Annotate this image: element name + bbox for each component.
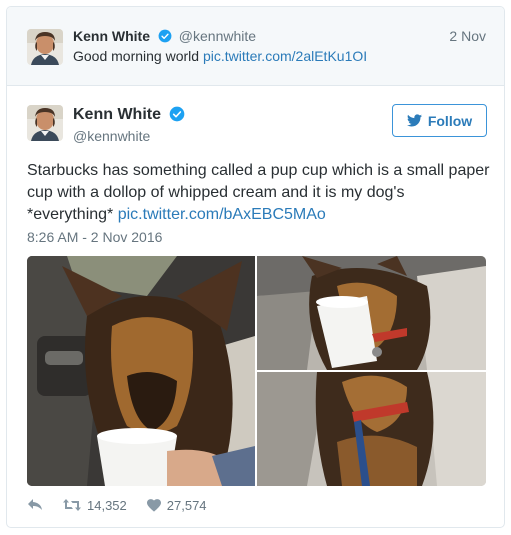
heart-icon [146, 498, 161, 512]
photo-dog-sitting[interactable] [257, 372, 486, 486]
parent-tweet[interactable]: Kenn White @kennwhite 2 Nov Good morning… [7, 7, 504, 86]
avatar[interactable] [27, 105, 63, 141]
tweet-text: Starbucks has something called a pup cup… [27, 162, 490, 223]
parent-handle[interactable]: @kennwhite [179, 28, 256, 44]
parent-tweet-link[interactable]: pic.twitter.com/2alEtKu1OI [203, 48, 367, 64]
parent-tweet-text: Good morning world pic.twitter.com/2alEt… [73, 48, 368, 64]
photo-dog-with-cup[interactable] [257, 256, 486, 370]
twitter-bird-icon [406, 114, 422, 127]
photo-dog-drinking[interactable] [27, 256, 255, 486]
like-count: 27,574 [166, 497, 207, 513]
reply-icon [28, 499, 42, 510]
follow-button[interactable]: Follow [392, 104, 487, 137]
verified-badge-icon [170, 106, 185, 122]
retweet-icon [63, 499, 81, 511]
tweet-embed-card: Kenn White @kennwhite 2 Nov Good morning… [6, 6, 505, 528]
retweet-button[interactable]: 14,352 [63, 498, 127, 513]
media-grid [27, 256, 486, 486]
avatar[interactable] [27, 29, 63, 65]
author-handle[interactable]: @kennwhite [73, 128, 150, 144]
tweet-timestamp[interactable]: 8:26 AM - 2 Nov 2016 [27, 229, 162, 245]
reply-button[interactable] [27, 498, 43, 512]
tweet-media-link[interactable]: pic.twitter.com/bAxEBC5MAo [118, 206, 326, 223]
verified-badge-icon [158, 29, 172, 43]
tweet-actions: 14,352 27,574 [27, 495, 227, 515]
parent-date[interactable]: 2 Nov [449, 28, 486, 44]
author-display-name[interactable]: Kenn White [73, 106, 185, 124]
retweet-count: 14,352 [87, 497, 127, 513]
parent-display-name[interactable]: Kenn White [73, 28, 150, 44]
like-button[interactable]: 27,574 [146, 497, 207, 513]
